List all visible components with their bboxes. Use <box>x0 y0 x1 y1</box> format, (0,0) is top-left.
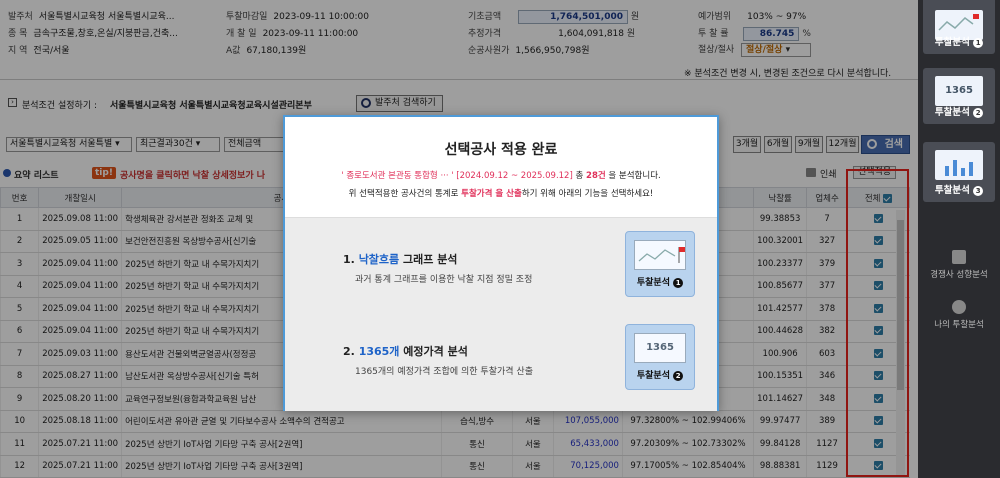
analysis-2-label: 투찰분석 2 <box>626 368 694 381</box>
sidebar-item-label: 경쟁사 성향분석 <box>930 270 988 280</box>
number-badge: 1 <box>673 277 684 288</box>
sidebar-btn-analysis-2[interactable]: 1365 투찰분석 2 <box>923 68 995 124</box>
calendar-1365-icon: 1365 <box>935 76 983 106</box>
modal-instruction-em: 투찰가격 을 산출 <box>461 189 522 199</box>
modal-analyze-text: 을 분석합니다. <box>605 171 661 181</box>
analysis-2-button[interactable]: 1365 투찰분석 2 <box>625 324 695 390</box>
apply-complete-modal: 선택공사 적용 완료 ' 종로도서관 본관동 통합형 ··· ' [2024.0… <box>283 115 719 411</box>
bar-chart-svg <box>945 160 973 176</box>
person-icon <box>952 300 966 314</box>
modal-total-label: 총 <box>572 171 587 181</box>
right-sidebar: 투찰분석 1 1365 투찰분석 2 투찰분석 3 경쟁사 성향분석 나의 투찰… <box>918 0 1000 478</box>
modal-title: 선택공사 적용 완료 <box>444 142 558 158</box>
modal-total-count: 28건 <box>586 171 606 181</box>
option-flow-graph: 1. 낙찰흐름 그래프 분석 과거 통계 그래프를 이용한 낙찰 지점 정밀 조… <box>343 251 532 285</box>
option-description: 과거 통계 그래프를 이용한 낙찰 지점 정밀 조정 <box>355 275 533 285</box>
sidebar-btn-label: 투찰분석 1 <box>923 34 995 48</box>
sidebar-my-analysis[interactable]: 나의 투찰분석 <box>918 300 1000 330</box>
number-badge: 1 <box>973 37 984 48</box>
modal-instruction-line: 위 선택적용한 공사건의 통계로 투찰가격 을 산출하기 위해 아래의 기능을 … <box>285 187 717 199</box>
competitor-icon <box>952 250 966 264</box>
option-1365-price: 2. 1365개 예정가격 분석 1365개의 예정가격 조합에 의한 투찰가격… <box>343 343 533 377</box>
calendar-1365-icon: 1365 <box>634 333 686 363</box>
sidebar-btn-label: 투찰분석 3 <box>923 182 995 196</box>
analysis-1-label: 투찰분석 1 <box>626 275 694 288</box>
option-heading: 1. 낙찰흐름 그래프 분석 <box>343 253 458 266</box>
sidebar-btn-label: 투찰분석 2 <box>923 104 995 118</box>
modal-selection-text: ' 종로도서관 본관동 통합형 ··· ' [2024.09.12 ~ 2025… <box>341 171 573 181</box>
number-badge: 3 <box>973 185 984 196</box>
modal-summary-line: ' 종로도서관 본관동 통합형 ··· ' [2024.09.12 ~ 2025… <box>285 169 717 181</box>
graph-line-icon <box>938 14 979 31</box>
modal-options: 1. 낙찰흐름 그래프 분석 과거 통계 그래프를 이용한 낙찰 지점 정밀 조… <box>285 217 717 411</box>
bar-chart-icon <box>935 150 983 180</box>
number-badge: 2 <box>673 370 684 381</box>
option-description: 1365개의 예정가격 조합에 의한 투찰가격 산출 <box>355 367 533 377</box>
sidebar-item-label: 나의 투찰분석 <box>934 320 984 330</box>
graph-icon <box>634 240 686 270</box>
modal-instruction-c: 하기 위해 아래의 기능을 선택하세요! <box>521 189 654 199</box>
number-badge: 2 <box>973 107 984 118</box>
modal-instruction-a: 위 선택적용한 공사건의 통계로 <box>348 189 462 199</box>
analysis-1-button[interactable]: 투찰분석 1 <box>625 231 695 297</box>
graph-line-icon <box>638 247 685 263</box>
sidebar-btn-analysis-1[interactable]: 투찰분석 1 <box>923 0 995 54</box>
sidebar-competitor-analysis[interactable]: 경쟁사 성향분석 <box>918 250 1000 280</box>
app-root: 발주처 서울특별시교육청 서울특별시교육... 투찰마감일 2023-09-11 1… <box>0 0 1000 478</box>
option-heading: 2. 1365개 예정가격 분석 <box>343 345 468 358</box>
sidebar-btn-analysis-3[interactable]: 투찰분석 3 <box>923 142 995 202</box>
